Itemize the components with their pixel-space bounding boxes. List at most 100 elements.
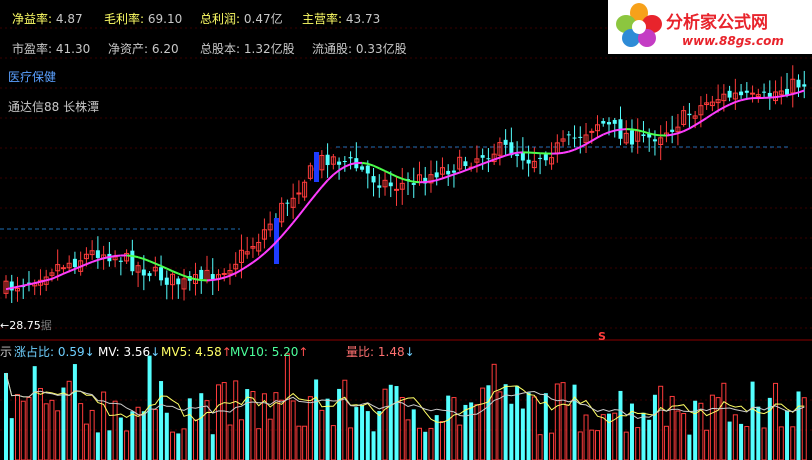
volume-bar	[83, 423, 89, 460]
ma-segment	[562, 150, 570, 154]
candle-body	[670, 129, 675, 132]
candle-body	[503, 139, 508, 145]
volume-bar	[371, 431, 376, 460]
candle-body	[538, 157, 543, 159]
volume-bar	[14, 394, 20, 460]
ma-segment	[86, 261, 93, 266]
volume-bar	[761, 427, 767, 460]
ma-segment	[177, 272, 185, 277]
candlesticks[interactable]	[3, 65, 807, 303]
volume-bar	[37, 387, 43, 460]
volume-ma-lines	[5, 372, 805, 424]
ma-segment	[568, 148, 575, 153]
volume-bar	[531, 396, 537, 460]
ma-segment	[648, 132, 656, 136]
ma-segment	[671, 132, 679, 136]
candle-body	[796, 79, 801, 88]
ma-segment	[80, 263, 87, 268]
volume-bar	[773, 382, 779, 460]
candle-body	[348, 157, 353, 159]
ma-segment	[378, 167, 386, 172]
total-profit: 总利润: 0.47亿	[200, 12, 283, 26]
volume-bar	[26, 397, 32, 460]
volume-bar	[354, 407, 359, 460]
volume-bar	[652, 394, 657, 460]
ma-segment	[390, 172, 397, 178]
ma-segment	[115, 254, 121, 258]
volume-bar	[78, 403, 84, 460]
kline-chart[interactable]	[0, 0, 812, 460]
volume-bar	[693, 400, 698, 460]
volume-bar	[411, 409, 416, 460]
ma-segment	[332, 169, 340, 176]
volume-bar	[537, 434, 543, 460]
ma-segment	[143, 257, 150, 263]
site-logo[interactable]: 分析家公式网 www.88gs.com	[608, 0, 812, 54]
volume-bar	[607, 413, 611, 460]
gross-margin: 毛利率: 69.10	[104, 12, 183, 26]
ma-segment	[631, 128, 638, 132]
volume-bar	[210, 434, 215, 460]
ma-segment	[63, 270, 70, 275]
ma-segment	[396, 175, 403, 180]
volume-bar	[509, 403, 514, 460]
main-business-rate: 主营率: 43.73	[302, 12, 381, 26]
ma-segment	[706, 113, 713, 119]
volume-bar	[365, 411, 370, 460]
ma-segment	[602, 131, 610, 136]
ma-segment	[482, 160, 489, 165]
volume-bar	[55, 410, 61, 460]
ma-segment	[470, 165, 478, 170]
ma-segment	[413, 180, 420, 184]
candle-body	[446, 170, 451, 175]
volume-bar	[647, 419, 652, 460]
sector-label[interactable]: 医疗保健	[8, 70, 56, 84]
ma-segment	[11, 285, 18, 289]
volume-ma5-line	[5, 372, 805, 424]
ma-segment	[401, 177, 409, 182]
ma-segment	[643, 130, 650, 135]
candle-body	[285, 202, 290, 204]
ma-segment	[591, 136, 599, 142]
ma-segment	[154, 262, 162, 267]
volume-bar	[549, 432, 555, 460]
ma-segment	[97, 257, 104, 261]
ma-segment	[746, 97, 753, 100]
volume-bar	[159, 381, 164, 460]
ma-segment	[723, 103, 731, 109]
candle-body	[199, 269, 204, 280]
flower-logo-icon	[616, 3, 662, 47]
ma-segment	[218, 276, 225, 281]
candle-body	[118, 260, 123, 262]
ma-segment	[252, 257, 260, 264]
ma-segment	[5, 287, 12, 291]
volume-bar	[348, 427, 354, 460]
volume-bar	[635, 427, 641, 460]
candle-body	[802, 84, 807, 87]
candle-body	[388, 182, 393, 187]
candle-body	[147, 273, 152, 276]
ma-segment	[315, 186, 323, 195]
volume-bar	[709, 394, 715, 460]
ma-segment	[280, 228, 289, 237]
ma-segment	[511, 151, 518, 155]
volume-bar	[704, 429, 710, 460]
mv10-indicator: MV10: 5.20↑	[230, 345, 309, 359]
mv-indicator: MV: 3.56↓	[98, 345, 161, 359]
ma-segment	[781, 94, 788, 98]
ma-segment	[447, 173, 455, 178]
candle-body	[95, 250, 100, 258]
volume-bar	[20, 400, 26, 460]
candle-body	[159, 267, 164, 281]
volume-bar	[675, 410, 681, 460]
ma-segment	[28, 282, 35, 286]
volume-bar	[388, 384, 393, 460]
volume-bar	[497, 391, 503, 460]
volume-bar	[641, 412, 646, 460]
volume-bar	[687, 434, 692, 460]
volume-bar	[756, 406, 761, 460]
candle-body	[526, 159, 531, 164]
candle-body	[221, 272, 227, 275]
ma-segment	[384, 170, 392, 175]
candle-body	[434, 172, 439, 178]
